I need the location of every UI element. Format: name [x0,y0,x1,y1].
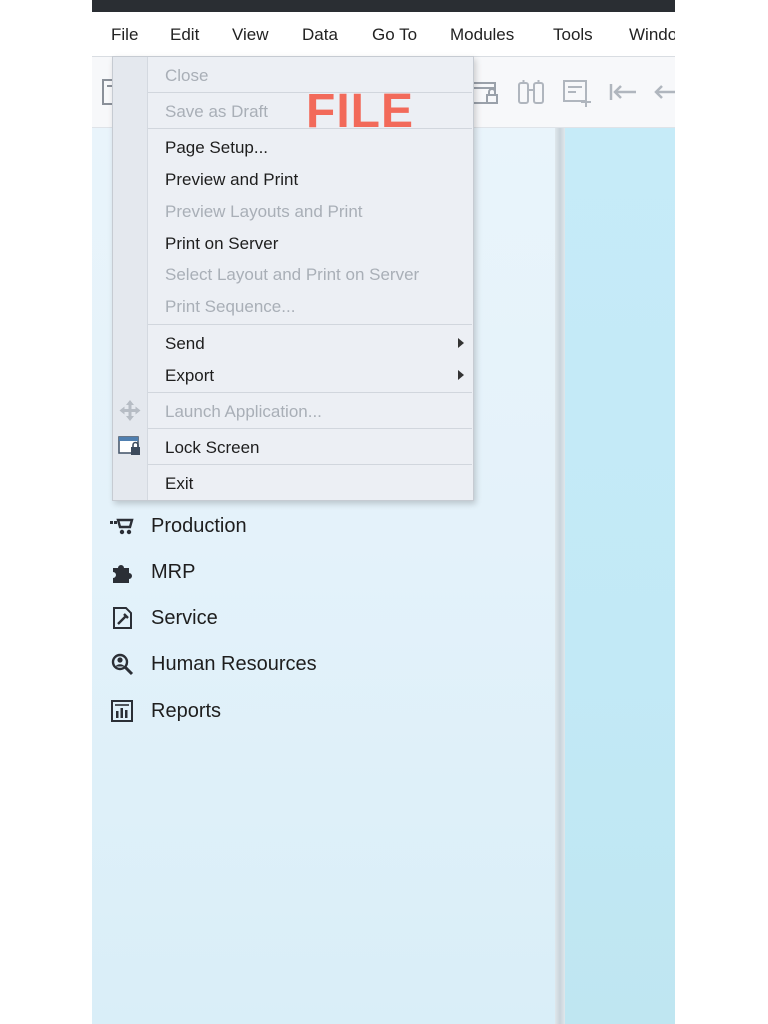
menu-window[interactable]: Windo [629,25,675,45]
human-resources-icon [108,650,136,678]
panel-splitter[interactable] [555,128,565,1024]
module-label: Reports [151,699,222,722]
menu-separator [148,464,472,465]
previous-record-icon[interactable] [650,75,675,109]
production-icon [108,512,136,540]
lock-screen-icon [117,433,143,459]
menu-tools[interactable]: Tools [553,25,593,45]
lock-screen-icon[interactable] [469,75,503,109]
module-production[interactable]: Production [108,509,247,543]
menu-item-preview-and-print[interactable]: Preview and Print [165,170,298,190]
module-label: Human Resources [151,652,317,675]
menu-item-save-as-draft[interactable]: Save as Draft [165,102,268,122]
module-reports[interactable]: Reports [108,694,221,728]
menu-separator [148,392,472,393]
file-menu-dropdown: Close Save as Draft Page Setup... Previe… [112,56,474,501]
module-service[interactable]: Service [108,601,218,635]
menu-go-to[interactable]: Go To [372,25,417,45]
menu-edit[interactable]: Edit [170,25,199,45]
title-bar [92,0,675,12]
form-add-icon[interactable] [560,75,594,109]
menu-item-lock-screen[interactable]: Lock Screen [165,438,260,458]
module-label: Production [151,514,247,537]
menu-item-preview-layouts-and-print[interactable]: Preview Layouts and Print [165,202,363,222]
module-label: MRP [151,560,196,583]
menu-modules[interactable]: Modules [450,25,514,45]
menu-item-launch-application[interactable]: Launch Application... [165,402,322,422]
menu-item-print-sequence[interactable]: Print Sequence... [165,297,295,317]
menu-item-select-layout-and-print-on-server[interactable]: Select Layout and Print on Server [165,265,419,285]
app-window: File Edit View Data Go To Modules Tools … [92,0,675,1024]
menu-item-page-setup[interactable]: Page Setup... [165,138,268,158]
first-record-icon[interactable] [606,75,640,109]
module-mrp[interactable]: MRP [108,555,195,589]
submenu-arrow-icon [458,370,464,380]
workspace-panel [565,128,675,1024]
module-human-resources[interactable]: Human Resources [108,647,317,681]
service-icon [108,604,136,632]
menu-item-print-on-server[interactable]: Print on Server [165,234,278,254]
puzzle-icon [108,558,136,586]
reports-icon [108,697,136,725]
menu-separator [148,324,472,325]
launch-application-icon [117,397,143,423]
submenu-arrow-icon [458,338,464,348]
module-label: Service [151,606,218,629]
menu-item-close[interactable]: Close [165,66,208,86]
menu-separator [148,428,472,429]
binoculars-icon[interactable] [514,75,548,109]
menu-item-export[interactable]: Export [165,366,214,386]
menu-data[interactable]: Data [302,25,338,45]
menu-item-send[interactable]: Send [165,334,205,354]
menu-bar: File Edit View Data Go To Modules Tools … [92,12,675,57]
menu-view[interactable]: View [232,25,269,45]
menu-file[interactable]: File [111,25,138,45]
file-annotation-label: FILE [306,85,414,138]
menu-item-exit[interactable]: Exit [165,474,193,494]
